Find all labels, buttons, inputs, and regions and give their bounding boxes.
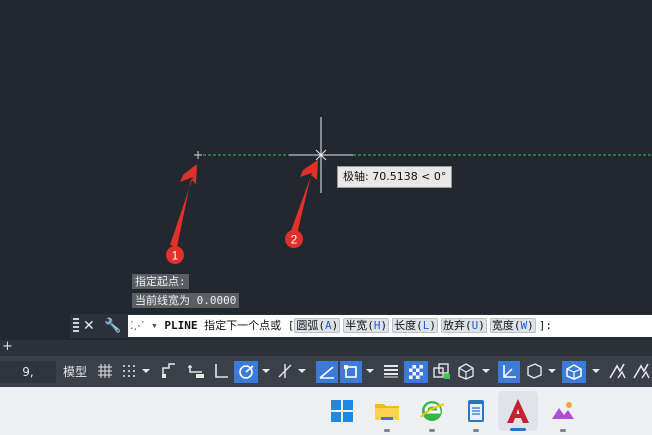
explorer-running-indicator <box>384 429 390 432</box>
polar-dropdown-icon[interactable] <box>260 362 272 380</box>
dynamic-input-icon[interactable] <box>186 362 206 380</box>
object-snap-tracking-button[interactable] <box>316 361 338 383</box>
browser-running-indicator <box>429 429 435 432</box>
command-recent-icon[interactable]: ⁚⋰ ▾ <box>128 319 158 332</box>
arrow-1 <box>170 164 197 247</box>
grid-icon[interactable] <box>96 362 114 380</box>
command-history-line-1: 指定起点: <box>132 274 189 289</box>
3d-object-snap-icon[interactable] <box>456 362 476 380</box>
isodraft-icon[interactable] <box>276 362 294 380</box>
command-bar: ✕ 🔧 ⁚⋰ ▾ PLINE 指定下一个点或 [圆弧(A) 半宽(H) 长度(L) 放… <box>70 314 652 338</box>
annotation-scale-icon[interactable] <box>632 362 652 380</box>
annotation-visibility-icon[interactable] <box>608 362 628 380</box>
notepad-icon[interactable] <box>462 397 490 425</box>
dynamic-ucs-button[interactable] <box>498 361 520 383</box>
option-width[interactable]: 宽度(W) <box>489 318 536 333</box>
wrench-icon[interactable]: 🔧 <box>104 317 121 335</box>
command-name: PLINE <box>164 319 198 332</box>
snap-dropdown-icon[interactable] <box>140 362 152 380</box>
3d-snap-dropdown-icon[interactable] <box>480 362 492 380</box>
object-snap-button[interactable] <box>340 361 362 383</box>
command-line[interactable]: ⁚⋰ ▾ PLINE 指定下一个点或 [圆弧(A) 半宽(H) 长度(L) 放弃(U)… <box>128 315 652 337</box>
windows-taskbar <box>0 387 652 435</box>
status-bar: 9, 0.0000 模型 <box>0 356 652 401</box>
selection-cycling-icon[interactable] <box>432 362 452 380</box>
autocad-active-indicator <box>510 428 526 431</box>
option-length[interactable]: 长度(L) <box>392 318 438 333</box>
filter-dropdown-icon[interactable] <box>546 362 558 380</box>
command-prompt: 指定下一个点或 [ <box>204 319 295 332</box>
selection-filter-icon[interactable] <box>524 362 544 380</box>
option-halfwidth[interactable]: 半宽(H) <box>343 318 390 333</box>
transparency-button[interactable] <box>404 361 428 383</box>
command-history-line-2: 当前线宽为 0.0000 <box>132 293 240 308</box>
gizmo-dropdown-icon[interactable] <box>590 362 602 380</box>
command-suffix: ]: <box>538 319 552 332</box>
notepad-running-indicator <box>473 429 479 432</box>
polar-icon <box>239 365 254 379</box>
drag-handle-icon[interactable] <box>73 318 79 334</box>
option-arc[interactable]: 圆弧(A) <box>294 318 341 333</box>
layout-tab-strip: + <box>0 339 652 356</box>
close-icon[interactable]: ✕ <box>83 317 95 335</box>
ortho-icon[interactable] <box>212 362 230 380</box>
add-layout-icon[interactable]: + <box>2 339 13 354</box>
image-editor-running-indicator <box>560 429 566 432</box>
marker-2-label: 2 <box>291 233 298 247</box>
gizmo-button[interactable] <box>562 361 586 383</box>
drawing-overlay: 1 2 <box>166 117 652 264</box>
browser-icon[interactable] <box>418 397 446 425</box>
file-explorer-icon[interactable] <box>373 397 401 425</box>
model-space-button[interactable]: 模型 <box>60 361 90 383</box>
object-snap-icon <box>344 365 357 378</box>
autocad-icon[interactable] <box>504 397 532 425</box>
snap-icon[interactable] <box>120 362 138 380</box>
arrow-2 <box>289 160 318 239</box>
coordinate-readout: 9, 0.0000 <box>0 361 56 401</box>
gizmo-icon <box>566 364 582 380</box>
object-snap-dropdown-icon[interactable] <box>364 362 376 380</box>
drawing-canvas[interactable]: 1 2 极轴: 70.5138 < 0° 指定起点: 当前线宽为 0.0000 <box>0 0 652 340</box>
transparency-icon <box>409 365 423 379</box>
ucs-icon <box>503 365 516 378</box>
marker-1-label: 1 <box>172 249 179 263</box>
polar-tooltip: 极轴: 70.5138 < 0° <box>337 166 453 188</box>
infer-constraints-icon[interactable] <box>160 362 178 380</box>
polar-tracking-button[interactable] <box>234 361 258 383</box>
snap-tracking-icon <box>319 366 334 379</box>
isodraft-dropdown-icon[interactable] <box>296 362 308 380</box>
option-undo[interactable]: 放弃(U) <box>441 318 487 333</box>
image-editor-icon[interactable] <box>549 397 577 425</box>
lineweight-icon[interactable] <box>382 362 400 380</box>
windows-start-icon[interactable] <box>328 397 356 425</box>
